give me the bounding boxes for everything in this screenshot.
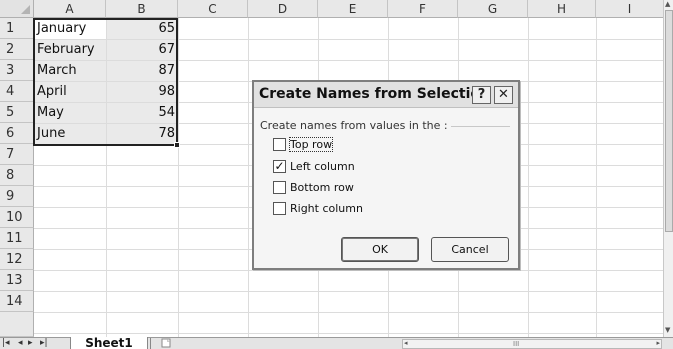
help-icon[interactable]: ? bbox=[472, 86, 491, 104]
left-column-checkbox[interactable]: ✓ bbox=[273, 160, 286, 173]
first-sheet-icon[interactable]: |◂ bbox=[2, 337, 10, 349]
row-header-2[interactable]: 2 bbox=[0, 39, 34, 60]
grid-line bbox=[34, 270, 663, 271]
select-all-corner[interactable] bbox=[0, 0, 34, 18]
column-header-d[interactable]: D bbox=[248, 0, 318, 18]
top-row-checkbox[interactable] bbox=[273, 138, 286, 151]
grid-line bbox=[34, 333, 663, 334]
row-header-14[interactable]: 14 bbox=[0, 291, 34, 312]
grid-line bbox=[34, 312, 663, 313]
row-header-4[interactable]: 4 bbox=[0, 81, 34, 102]
row-header-5[interactable]: 5 bbox=[0, 102, 34, 123]
row-header-8[interactable]: 8 bbox=[0, 165, 34, 186]
scroll-left-arrow-icon[interactable]: ◂ bbox=[404, 339, 408, 347]
close-icon[interactable]: ✕ bbox=[494, 86, 513, 104]
dialog-title: Create Names from Selection bbox=[259, 86, 490, 102]
vertical-scroll-thumb[interactable] bbox=[665, 10, 673, 232]
column-header-c[interactable]: C bbox=[178, 0, 248, 18]
row-header-7[interactable]: 7 bbox=[0, 144, 34, 165]
row-header-11[interactable]: 11 bbox=[0, 228, 34, 249]
row-header-9[interactable]: 9 bbox=[0, 186, 34, 207]
row-header-10[interactable]: 10 bbox=[0, 207, 34, 228]
sheet-tab-bar: |◂ ◂ ▸ ▸| Sheet1 ◂ III ▸ bbox=[0, 337, 673, 349]
scroll-down-arrow-icon[interactable]: ▼ bbox=[665, 326, 670, 334]
grid-line bbox=[596, 18, 597, 337]
grid-line bbox=[528, 18, 529, 337]
row-header-15[interactable] bbox=[0, 312, 34, 337]
scroll-up-arrow-icon[interactable]: ▲ bbox=[665, 0, 670, 8]
grid-line bbox=[34, 291, 663, 292]
grid-line bbox=[178, 18, 179, 337]
dialog-titlebar[interactable]: Create Names from Selection ? ✕ bbox=[254, 82, 518, 108]
column-header-a[interactable]: A bbox=[34, 0, 106, 18]
column-header-b[interactable]: B bbox=[106, 0, 178, 18]
fill-handle[interactable] bbox=[174, 142, 180, 148]
row-header-6[interactable]: 6 bbox=[0, 123, 34, 144]
column-header-f[interactable]: F bbox=[388, 0, 458, 18]
column-header-g[interactable]: G bbox=[458, 0, 528, 18]
select-all-triangle-icon bbox=[21, 5, 30, 14]
column-header-e[interactable]: E bbox=[318, 0, 388, 18]
top-row-label[interactable]: Top row bbox=[288, 137, 334, 152]
row-header-12[interactable]: 12 bbox=[0, 249, 34, 270]
left-column-label[interactable]: Left column bbox=[290, 160, 355, 173]
grid-line bbox=[248, 18, 249, 337]
bottom-row-label[interactable]: Bottom row bbox=[290, 181, 354, 194]
row-header-13[interactable]: 13 bbox=[0, 270, 34, 291]
column-header-h[interactable]: H bbox=[528, 0, 596, 18]
vertical-scrollbar[interactable]: ▲ ▼ bbox=[663, 0, 673, 337]
horizontal-scrollbar[interactable]: ◂ III ▸ bbox=[402, 339, 662, 349]
create-names-dialog: Create Names from Selection ? ✕ Create n… bbox=[252, 80, 520, 270]
prev-sheet-icon[interactable]: ◂ bbox=[18, 337, 23, 349]
last-sheet-icon[interactable]: ▸| bbox=[40, 337, 48, 349]
right-column-label[interactable]: Right column bbox=[290, 202, 363, 215]
row-header-1[interactable]: 1 bbox=[0, 18, 34, 39]
cancel-button[interactable]: Cancel bbox=[431, 237, 509, 262]
next-sheet-icon[interactable]: ▸ bbox=[28, 337, 33, 349]
group-label: Create names from values in the : bbox=[260, 119, 451, 132]
scroll-grip: III bbox=[513, 340, 520, 348]
scroll-right-arrow-icon[interactable]: ▸ bbox=[656, 339, 660, 347]
right-column-checkbox[interactable] bbox=[273, 202, 286, 215]
selection-range-border bbox=[33, 18, 178, 146]
row-header-3[interactable]: 3 bbox=[0, 60, 34, 81]
column-header-i[interactable]: I bbox=[596, 0, 663, 18]
insert-sheet-icon[interactable] bbox=[150, 338, 180, 349]
sheet-tab-sheet1[interactable]: Sheet1 bbox=[70, 337, 148, 349]
bottom-row-checkbox[interactable] bbox=[273, 181, 286, 194]
insert-sheet-glyph bbox=[161, 338, 170, 348]
ok-button[interactable]: OK bbox=[341, 237, 419, 262]
